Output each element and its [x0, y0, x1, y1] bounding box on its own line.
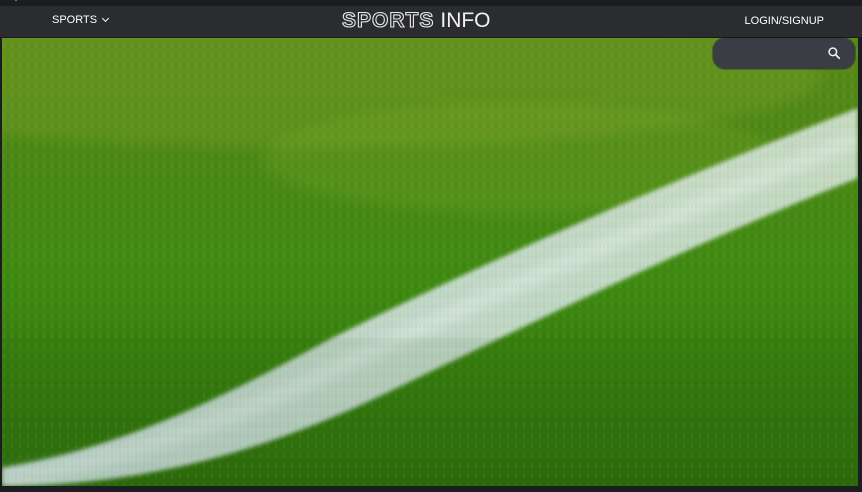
- search-input[interactable]: [713, 38, 855, 69]
- chevron-down-icon: [101, 14, 110, 23]
- page: ▾ SPORTS SPORTSINFO LOGIN/SIGNUP: [0, 0, 862, 492]
- navbar: SPORTS SPORTS INFO LOGIN/SIGNUP: [0, 6, 862, 38]
- login-signup-link[interactable]: LOGIN/SIGNUP: [745, 15, 824, 27]
- brand-primary: SPORTS: [341, 8, 435, 32]
- hero-grass-illustration: [2, 38, 858, 486]
- brand-secondary: INFO: [440, 9, 491, 32]
- sports-menu-label: SPORTS: [52, 14, 98, 26]
- brand-logo[interactable]: SPORTS INFO: [341, 8, 491, 33]
- sports-menu[interactable]: SPORTS: [52, 14, 110, 26]
- search-icon[interactable]: [827, 46, 841, 60]
- hero-image: [2, 38, 858, 486]
- window-caret-icon: ▾: [14, 0, 18, 4]
- window-title: ▾: [2, 0, 18, 5]
